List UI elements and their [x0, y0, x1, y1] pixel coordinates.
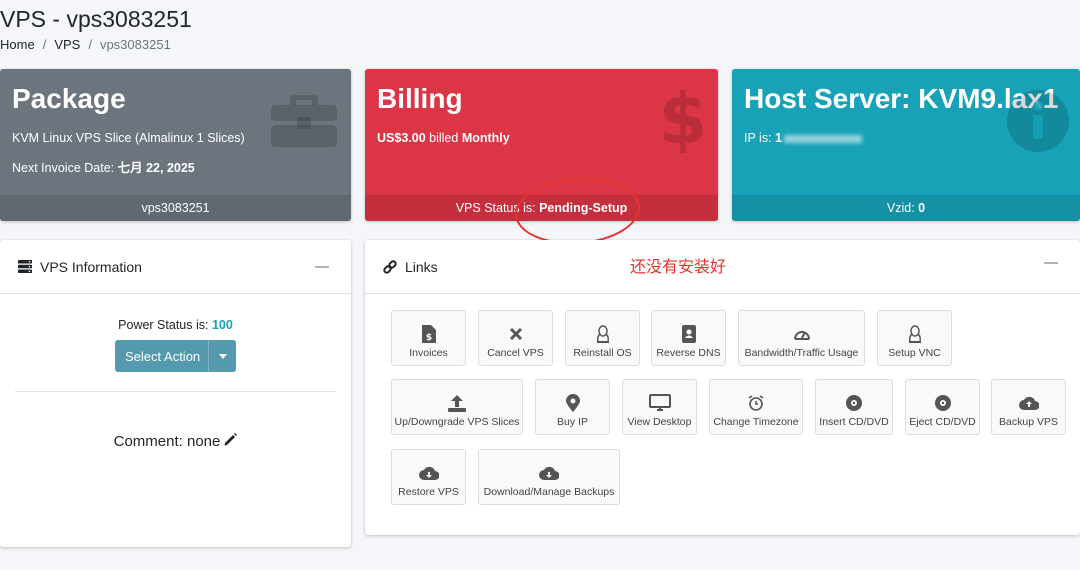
- pencil-icon[interactable]: [224, 433, 238, 450]
- download-manage-backups-button[interactable]: Download/Manage Backups: [478, 449, 620, 505]
- vps-information-title: VPS Information: [40, 258, 142, 275]
- linux-icon: [907, 325, 923, 343]
- upload-icon: [448, 394, 466, 412]
- gauge-icon: [793, 325, 810, 343]
- breadcrumb-current: vps3083251: [99, 37, 171, 52]
- collapse-icon[interactable]: [1044, 262, 1058, 264]
- desktop-icon: [648, 394, 671, 412]
- insert-cd-dvd-button[interactable]: Insert CD/DVD: [815, 379, 893, 435]
- page-title: VPS - vps3083251: [0, 6, 192, 32]
- select-action-button[interactable]: Select Action: [115, 340, 236, 372]
- package-footer[interactable]: vps3083251: [0, 195, 351, 221]
- cloud-upload-icon: [1018, 394, 1039, 412]
- collapse-icon[interactable]: [315, 266, 329, 268]
- links-title: Links: [405, 258, 438, 275]
- bandwidth-traffic-usage-button[interactable]: Bandwidth/Traffic Usage: [738, 310, 865, 366]
- view-desktop-button[interactable]: View Desktop: [622, 379, 697, 435]
- billing-amount: US$3.00 billed Monthly: [377, 131, 510, 145]
- eject-cd-dvd-button[interactable]: Eject CD/DVD: [905, 379, 980, 435]
- toolbox-icon: [269, 91, 339, 154]
- cloud-download-icon: [418, 464, 439, 482]
- reverse-dns-button[interactable]: Reverse DNS: [651, 310, 726, 366]
- breadcrumb: Home / VPS / vps3083251: [0, 37, 171, 52]
- cancel-vps-button[interactable]: Cancel VPS: [478, 310, 553, 366]
- disc-icon: [845, 394, 863, 412]
- info-icon: [1006, 89, 1070, 158]
- close-icon: [509, 325, 523, 343]
- link-icon: [383, 259, 397, 274]
- disc-icon: [934, 394, 952, 412]
- annotation-text: 还没有安装好: [630, 257, 727, 276]
- dollar-icon: $: [659, 78, 708, 160]
- alarm-clock-icon: [748, 394, 764, 412]
- restore-vps-button[interactable]: Restore VPS: [391, 449, 466, 505]
- host-server-box: Host Server: KVM9.lax1 IP is: 1 Vzid: 0: [732, 69, 1080, 221]
- comment: Comment: none: [0, 433, 351, 450]
- cloud-download-icon: [539, 464, 559, 482]
- buy-ip-button[interactable]: Buy IP: [535, 379, 610, 435]
- breadcrumb-vps[interactable]: VPS: [54, 37, 80, 52]
- svg-text:$: $: [425, 333, 431, 343]
- svg-text:$: $: [662, 81, 704, 153]
- linux-icon: [595, 325, 611, 343]
- setup-vnc-button[interactable]: Setup VNC: [877, 310, 952, 366]
- divider: [15, 391, 336, 392]
- invoice-icon: $: [421, 325, 436, 343]
- reinstall-os-button[interactable]: Reinstall OS: [565, 310, 640, 366]
- vps-information-card: VPS Information Power Status is: 100 Sel…: [0, 240, 351, 547]
- map-marker-icon: [565, 394, 580, 412]
- vzid[interactable]: Vzid: 0: [732, 195, 1080, 221]
- invoices-button[interactable]: $ Invoices: [391, 310, 466, 366]
- backup-vps-button[interactable]: Backup VPS: [991, 379, 1066, 435]
- billing-title: Billing: [377, 83, 463, 114]
- server-icon: [18, 260, 32, 273]
- breadcrumb-home[interactable]: Home: [0, 37, 35, 52]
- power-status: Power Status is: 100: [118, 318, 233, 332]
- change-timezone-button[interactable]: Change Timezone: [709, 379, 803, 435]
- next-invoice-date: Next Invoice Date: 七月 22, 2025: [12, 161, 195, 175]
- caret-down-icon: [218, 353, 227, 359]
- address-book-icon: [681, 325, 696, 343]
- package-box: Package KVM Linux VPS Slice (Almalinux 1…: [0, 69, 351, 221]
- up-downgrade-vps-slices-button[interactable]: Up/Downgrade VPS Slices: [391, 379, 523, 435]
